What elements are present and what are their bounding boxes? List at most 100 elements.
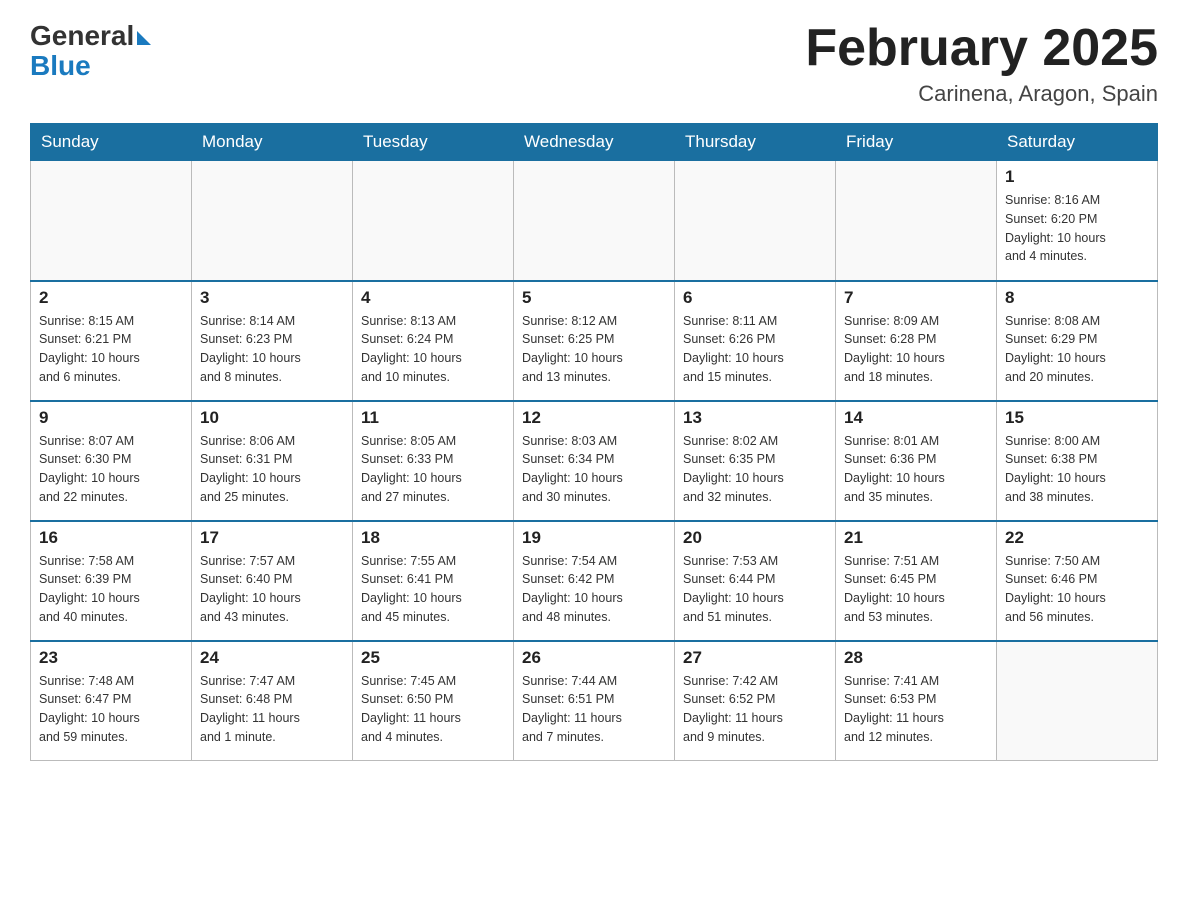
title-block: February 2025 Carinena, Aragon, Spain	[805, 20, 1158, 107]
location-title: Carinena, Aragon, Spain	[805, 81, 1158, 107]
calendar-cell: 6 Sunrise: 8:11 AM Sunset: 6:26 PM Daylig…	[675, 281, 836, 401]
day-info: Sunrise: 7:57 AM Sunset: 6:40 PM Dayligh…	[200, 552, 344, 627]
day-number: 2	[39, 288, 183, 308]
calendar-cell: 13 Sunrise: 8:02 AM Sunset: 6:35 PM Dayli…	[675, 401, 836, 521]
calendar-cell: 7Sunrise: 8:09 AM Sunset: 6:28 PM Daylig…	[836, 281, 997, 401]
calendar-week-row: 16 Sunrise: 7:58 AM Sunset: 6:39 PM Dayli…	[31, 521, 1158, 641]
day-number: 19	[522, 528, 666, 548]
calendar-cell: 26 Sunrise: 7:44 AM Sunset: 6:51 PM Dayli…	[514, 641, 675, 761]
day-number: 16	[39, 528, 183, 548]
logo: General Blue	[30, 20, 151, 82]
weekday-header-thursday: Thursday	[675, 124, 836, 161]
day-number: 15	[1005, 408, 1149, 428]
day-info: Sunrise: 7:51 AM Sunset: 6:45 PM Dayligh…	[844, 552, 988, 627]
calendar-cell: 8Sunrise: 8:08 AM Sunset: 6:29 PM Daylig…	[997, 281, 1158, 401]
day-info: Sunrise: 7:54 AM Sunset: 6:42 PM Dayligh…	[522, 552, 666, 627]
calendar-body: 1 Sunrise: 8:16 AM Sunset: 6:20 PM Daylig…	[31, 161, 1158, 761]
calendar-cell: 25 Sunrise: 7:45 AM Sunset: 6:50 PM Dayli…	[353, 641, 514, 761]
day-info: Sunrise: 8:11 AM Sunset: 6:26 PM Dayligh…	[683, 312, 827, 387]
day-number: 1	[1005, 167, 1149, 187]
calendar-cell: 2 Sunrise: 8:15 AM Sunset: 6:21 PM Daylig…	[31, 281, 192, 401]
day-info: Sunrise: 8:02 AM Sunset: 6:35 PM Dayligh…	[683, 432, 827, 507]
calendar-header: SundayMondayTuesdayWednesdayThursdayFrid…	[31, 124, 1158, 161]
day-info: Sunrise: 7:58 AM Sunset: 6:39 PM Dayligh…	[39, 552, 183, 627]
day-info: Sunrise: 7:44 AM Sunset: 6:51 PM Dayligh…	[522, 672, 666, 747]
calendar-week-row: 9 Sunrise: 8:07 AM Sunset: 6:30 PM Daylig…	[31, 401, 1158, 521]
calendar-cell: 24 Sunrise: 7:47 AM Sunset: 6:48 PM Dayli…	[192, 641, 353, 761]
calendar-cell: 19 Sunrise: 7:54 AM Sunset: 6:42 PM Dayli…	[514, 521, 675, 641]
weekday-header-monday: Monday	[192, 124, 353, 161]
calendar-week-row: 1 Sunrise: 8:16 AM Sunset: 6:20 PM Daylig…	[31, 161, 1158, 281]
day-number: 24	[200, 648, 344, 668]
day-number: 18	[361, 528, 505, 548]
calendar-cell: 4Sunrise: 8:13 AM Sunset: 6:24 PM Daylig…	[353, 281, 514, 401]
weekday-header-friday: Friday	[836, 124, 997, 161]
day-number: 25	[361, 648, 505, 668]
day-number: 21	[844, 528, 988, 548]
weekday-header-sunday: Sunday	[31, 124, 192, 161]
day-info: Sunrise: 8:00 AM Sunset: 6:38 PM Dayligh…	[1005, 432, 1149, 507]
day-info: Sunrise: 7:47 AM Sunset: 6:48 PM Dayligh…	[200, 672, 344, 747]
day-info: Sunrise: 8:07 AM Sunset: 6:30 PM Dayligh…	[39, 432, 183, 507]
day-number: 26	[522, 648, 666, 668]
calendar-cell: 3 Sunrise: 8:14 AM Sunset: 6:23 PM Daylig…	[192, 281, 353, 401]
day-info: Sunrise: 8:12 AM Sunset: 6:25 PM Dayligh…	[522, 312, 666, 387]
calendar-cell: 16 Sunrise: 7:58 AM Sunset: 6:39 PM Dayli…	[31, 521, 192, 641]
day-number: 3	[200, 288, 344, 308]
weekday-header-row: SundayMondayTuesdayWednesdayThursdayFrid…	[31, 124, 1158, 161]
weekday-header-saturday: Saturday	[997, 124, 1158, 161]
logo-arrow-icon	[137, 31, 151, 45]
day-number: 12	[522, 408, 666, 428]
calendar-cell	[675, 161, 836, 281]
calendar-cell: 23Sunrise: 7:48 AM Sunset: 6:47 PM Dayli…	[31, 641, 192, 761]
day-number: 7	[844, 288, 988, 308]
calendar-cell: 28Sunrise: 7:41 AM Sunset: 6:53 PM Dayli…	[836, 641, 997, 761]
day-number: 23	[39, 648, 183, 668]
day-number: 27	[683, 648, 827, 668]
calendar-cell: 15 Sunrise: 8:00 AM Sunset: 6:38 PM Dayli…	[997, 401, 1158, 521]
day-number: 28	[844, 648, 988, 668]
calendar-cell: 11 Sunrise: 8:05 AM Sunset: 6:33 PM Dayli…	[353, 401, 514, 521]
logo-general-text: General	[30, 20, 134, 52]
calendar-cell: 10Sunrise: 8:06 AM Sunset: 6:31 PM Dayli…	[192, 401, 353, 521]
day-info: Sunrise: 8:16 AM Sunset: 6:20 PM Dayligh…	[1005, 191, 1149, 266]
month-title: February 2025	[805, 20, 1158, 77]
day-number: 6	[683, 288, 827, 308]
day-number: 13	[683, 408, 827, 428]
day-number: 11	[361, 408, 505, 428]
calendar-cell	[192, 161, 353, 281]
weekday-header-tuesday: Tuesday	[353, 124, 514, 161]
day-number: 22	[1005, 528, 1149, 548]
calendar-cell	[997, 641, 1158, 761]
day-info: Sunrise: 7:55 AM Sunset: 6:41 PM Dayligh…	[361, 552, 505, 627]
logo-blue-text: Blue	[30, 50, 91, 82]
day-number: 9	[39, 408, 183, 428]
calendar-cell: 21 Sunrise: 7:51 AM Sunset: 6:45 PM Dayli…	[836, 521, 997, 641]
calendar-cell: 27 Sunrise: 7:42 AM Sunset: 6:52 PM Dayli…	[675, 641, 836, 761]
calendar-cell: 17 Sunrise: 7:57 AM Sunset: 6:40 PM Dayli…	[192, 521, 353, 641]
day-info: Sunrise: 7:53 AM Sunset: 6:44 PM Dayligh…	[683, 552, 827, 627]
calendar-cell: 12 Sunrise: 8:03 AM Sunset: 6:34 PM Dayli…	[514, 401, 675, 521]
day-info: Sunrise: 8:01 AM Sunset: 6:36 PM Dayligh…	[844, 432, 988, 507]
calendar-cell	[836, 161, 997, 281]
day-info: Sunrise: 8:03 AM Sunset: 6:34 PM Dayligh…	[522, 432, 666, 507]
day-info: Sunrise: 7:45 AM Sunset: 6:50 PM Dayligh…	[361, 672, 505, 747]
day-info: Sunrise: 8:15 AM Sunset: 6:21 PM Dayligh…	[39, 312, 183, 387]
calendar-cell: 9 Sunrise: 8:07 AM Sunset: 6:30 PM Daylig…	[31, 401, 192, 521]
day-number: 8	[1005, 288, 1149, 308]
day-number: 14	[844, 408, 988, 428]
day-info: Sunrise: 8:13 AM Sunset: 6:24 PM Dayligh…	[361, 312, 505, 387]
day-info: Sunrise: 8:05 AM Sunset: 6:33 PM Dayligh…	[361, 432, 505, 507]
day-number: 5	[522, 288, 666, 308]
calendar-cell	[514, 161, 675, 281]
calendar-cell: 1 Sunrise: 8:16 AM Sunset: 6:20 PM Daylig…	[997, 161, 1158, 281]
day-number: 20	[683, 528, 827, 548]
calendar-week-row: 2 Sunrise: 8:15 AM Sunset: 6:21 PM Daylig…	[31, 281, 1158, 401]
day-number: 17	[200, 528, 344, 548]
calendar-table: SundayMondayTuesdayWednesdayThursdayFrid…	[30, 123, 1158, 761]
day-number: 10	[200, 408, 344, 428]
calendar-cell: 20 Sunrise: 7:53 AM Sunset: 6:44 PM Dayli…	[675, 521, 836, 641]
day-info: Sunrise: 7:42 AM Sunset: 6:52 PM Dayligh…	[683, 672, 827, 747]
calendar-week-row: 23Sunrise: 7:48 AM Sunset: 6:47 PM Dayli…	[31, 641, 1158, 761]
day-info: Sunrise: 8:14 AM Sunset: 6:23 PM Dayligh…	[200, 312, 344, 387]
